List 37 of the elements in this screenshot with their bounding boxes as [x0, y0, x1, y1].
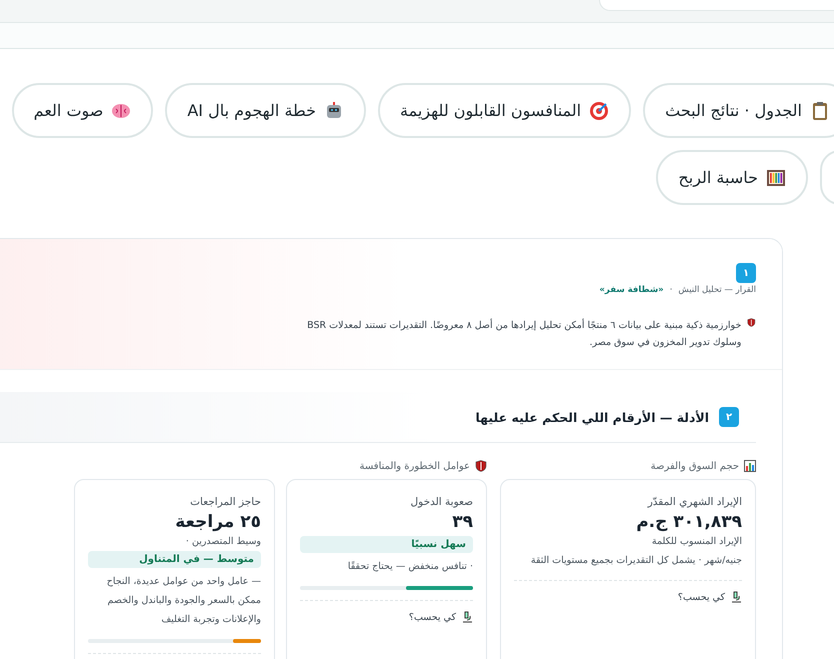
chart-icon: [744, 460, 756, 472]
metric-title: الإيراد الشهري المقدّر: [646, 496, 742, 508]
how-calculated-link[interactable]: كي يحسب؟: [300, 611, 473, 623]
metric-value: ٢٥ مراجعة: [174, 512, 261, 532]
info-note: خوارزمية ذكية مبنية على بيانات ٦ منتجًا أمكن تحليل إيرادها من أصل ٨ معروضًا. التقديرات تستند لمعدلات BSR وسلوك تدوير المخزون في سوق مصر.: [306, 318, 742, 350]
metric-value: ٣٠١,٨٣٩ ج.م: [635, 512, 742, 532]
step-number: ١: [736, 263, 756, 283]
filter-chip[interactable]: المنافسون القابلون للهزيمة: [378, 83, 632, 138]
clipboard-icon: [810, 100, 830, 120]
metric-title: حاجز المراجعات: [189, 496, 261, 508]
metric-subtitle: وسيط المتصدرين ·: [184, 536, 261, 547]
metric-note: — عامل واحد من عوامل عديدة، النجاح ممكن بالسعر والجودة والباندل والخصم والإعلانات وتجربة التغليف: [106, 575, 261, 627]
filter-chip[interactable]: الجدول · نتائج البحث: [643, 83, 834, 138]
abacus-icon: [766, 168, 786, 188]
metric-note: جنيه/شهر · يشمل كل التقديرات بجميع مستويات الثقة: [530, 554, 742, 568]
shield-icon: [475, 460, 487, 472]
group-title: حجم السوق والفرصة: [650, 460, 739, 472]
microscope-icon: [730, 591, 742, 603]
filter-chip[interactable]: صوت العم: [12, 83, 154, 138]
target-icon: [589, 100, 610, 120]
rating-tag: سهل نسبيًا: [300, 536, 473, 553]
group-title: عوامل الخطورة والمنافسة: [360, 460, 470, 472]
breadcrumb-current: «شطافة سفر»: [599, 285, 664, 295]
rating-tag: متوسط — في المتناول: [88, 551, 261, 568]
microscope-icon: [461, 611, 473, 623]
shield-icon: [747, 317, 756, 328]
how-calculated-link[interactable]: كي يحسب؟: [514, 591, 742, 603]
filter-chip[interactable]: حاسبة الربح: [656, 150, 808, 205]
filter-chip[interactable]: خطة الهجوم بال AI: [165, 83, 366, 138]
metric-value: ٣٩: [451, 512, 473, 532]
metric-title: صعوبة الدخول: [410, 496, 473, 508]
metric-subtitle: الإيراد المنسوب للكلمة: [650, 536, 742, 547]
metric-note: · تنافس منخفض — يحتاج تحققًا: [346, 560, 473, 574]
breadcrumb-path: القرار — تحليل النيش: [678, 285, 756, 295]
section-title: الأدلة — الأرقام اللي الحكم عليه عليها: [475, 410, 709, 424]
step-number: ٢: [719, 407, 739, 427]
breadcrumb-separator: ·: [670, 285, 672, 295]
